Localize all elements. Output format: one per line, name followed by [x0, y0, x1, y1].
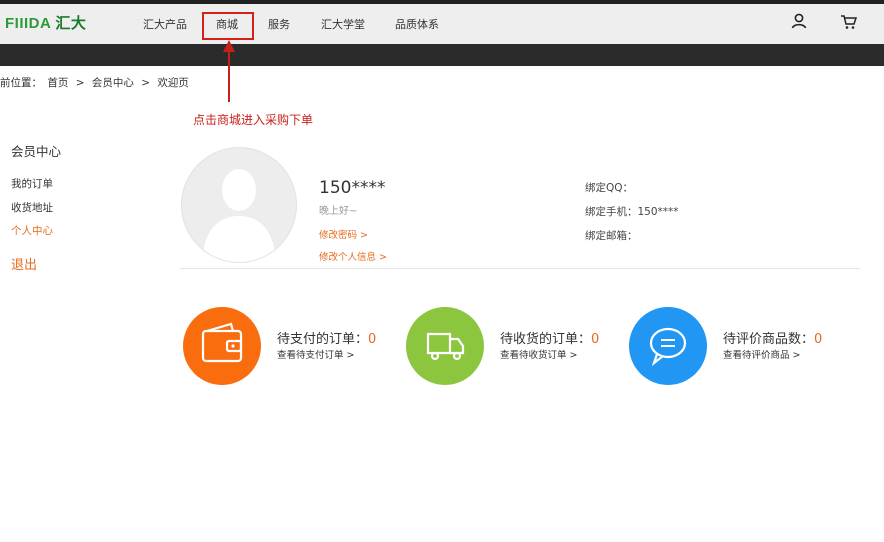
logo-latin: FIIIDA [5, 15, 52, 32]
breadcrumb-separator: > [141, 77, 150, 89]
view-pending-review-link[interactable]: 查看待评价商品 > [723, 347, 800, 361]
default-avatar-icon [202, 169, 276, 262]
mall-highlight-box [202, 12, 254, 40]
annotation-text: 点击商城进入采购下单 [193, 113, 314, 127]
pending-review-title: 待评价商品数：0 [723, 328, 822, 347]
nav-service[interactable]: 服务 [268, 16, 290, 32]
logout-link[interactable]: 退出 [11, 254, 37, 273]
user-phone: 150**** [319, 178, 386, 198]
pending-delivery-label: 待收货的订单： [500, 332, 592, 347]
truck-icon [426, 332, 465, 361]
pending-delivery-circle[interactable] [406, 307, 484, 385]
pending-delivery-title: 待收货的订单：0 [500, 328, 599, 347]
pending-review-circle[interactable] [629, 307, 707, 385]
breadcrumb-prefix: 前位置： [0, 77, 42, 89]
pending-review-label: 待评价商品数： [723, 332, 815, 347]
chat-bubble-icon [649, 327, 687, 367]
sidebar-title: 会员中心 [11, 144, 62, 159]
section-divider [180, 268, 860, 269]
pending-payment-count: 0 [368, 332, 377, 347]
edit-profile-link[interactable]: 修改个人信息 > [319, 249, 387, 263]
greeting-text: 晚上好~ [319, 206, 358, 217]
pending-delivery-count: 0 [591, 332, 600, 347]
sidebar-item-orders[interactable]: 我的订单 [11, 176, 53, 191]
user-icon[interactable] [790, 12, 808, 30]
header-bar [0, 4, 884, 44]
brand-logo[interactable]: FIIIDA 汇大 [5, 12, 86, 33]
breadcrumb-home[interactable]: 首页 [47, 77, 68, 89]
breadcrumb-member-center[interactable]: 会员中心 [92, 77, 134, 89]
pending-review-count: 0 [814, 332, 823, 347]
bind-qq-label: 绑定QQ： [585, 182, 634, 194]
pending-payment-circle[interactable] [183, 307, 261, 385]
nav-products[interactable]: 汇大产品 [143, 16, 187, 32]
cart-icon[interactable] [840, 13, 858, 31]
annotation-arrow [223, 40, 235, 102]
wallet-icon [201, 322, 243, 363]
pending-payment-label: 待支付的订单： [277, 332, 369, 347]
bind-email-label: 绑定邮箱： [585, 230, 638, 242]
pending-payment-title: 待支付的订单：0 [277, 328, 376, 347]
nav-academy[interactable]: 汇大学堂 [321, 16, 365, 32]
avatar [181, 147, 297, 263]
bind-phone-label: 绑定手机：150**** [585, 206, 679, 218]
logo-cn: 汇大 [55, 15, 87, 32]
breadcrumb-welcome: 欢迎页 [157, 77, 189, 89]
nav-quality[interactable]: 品质体系 [395, 16, 439, 32]
breadcrumb: 前位置： 首页 > 会员中心 > 欢迎页 [0, 75, 193, 90]
view-pending-delivery-link[interactable]: 查看待收货订单 > [500, 347, 577, 361]
sidebar-item-personal-center[interactable]: 个人中心 [11, 223, 53, 238]
change-password-link[interactable]: 修改密码 > [319, 227, 368, 241]
dark-banner-strip [0, 44, 884, 66]
sidebar-item-addresses[interactable]: 收货地址 [11, 200, 53, 215]
breadcrumb-separator: > [75, 77, 85, 89]
view-pending-payment-link[interactable]: 查看待支付订单 > [277, 347, 354, 361]
